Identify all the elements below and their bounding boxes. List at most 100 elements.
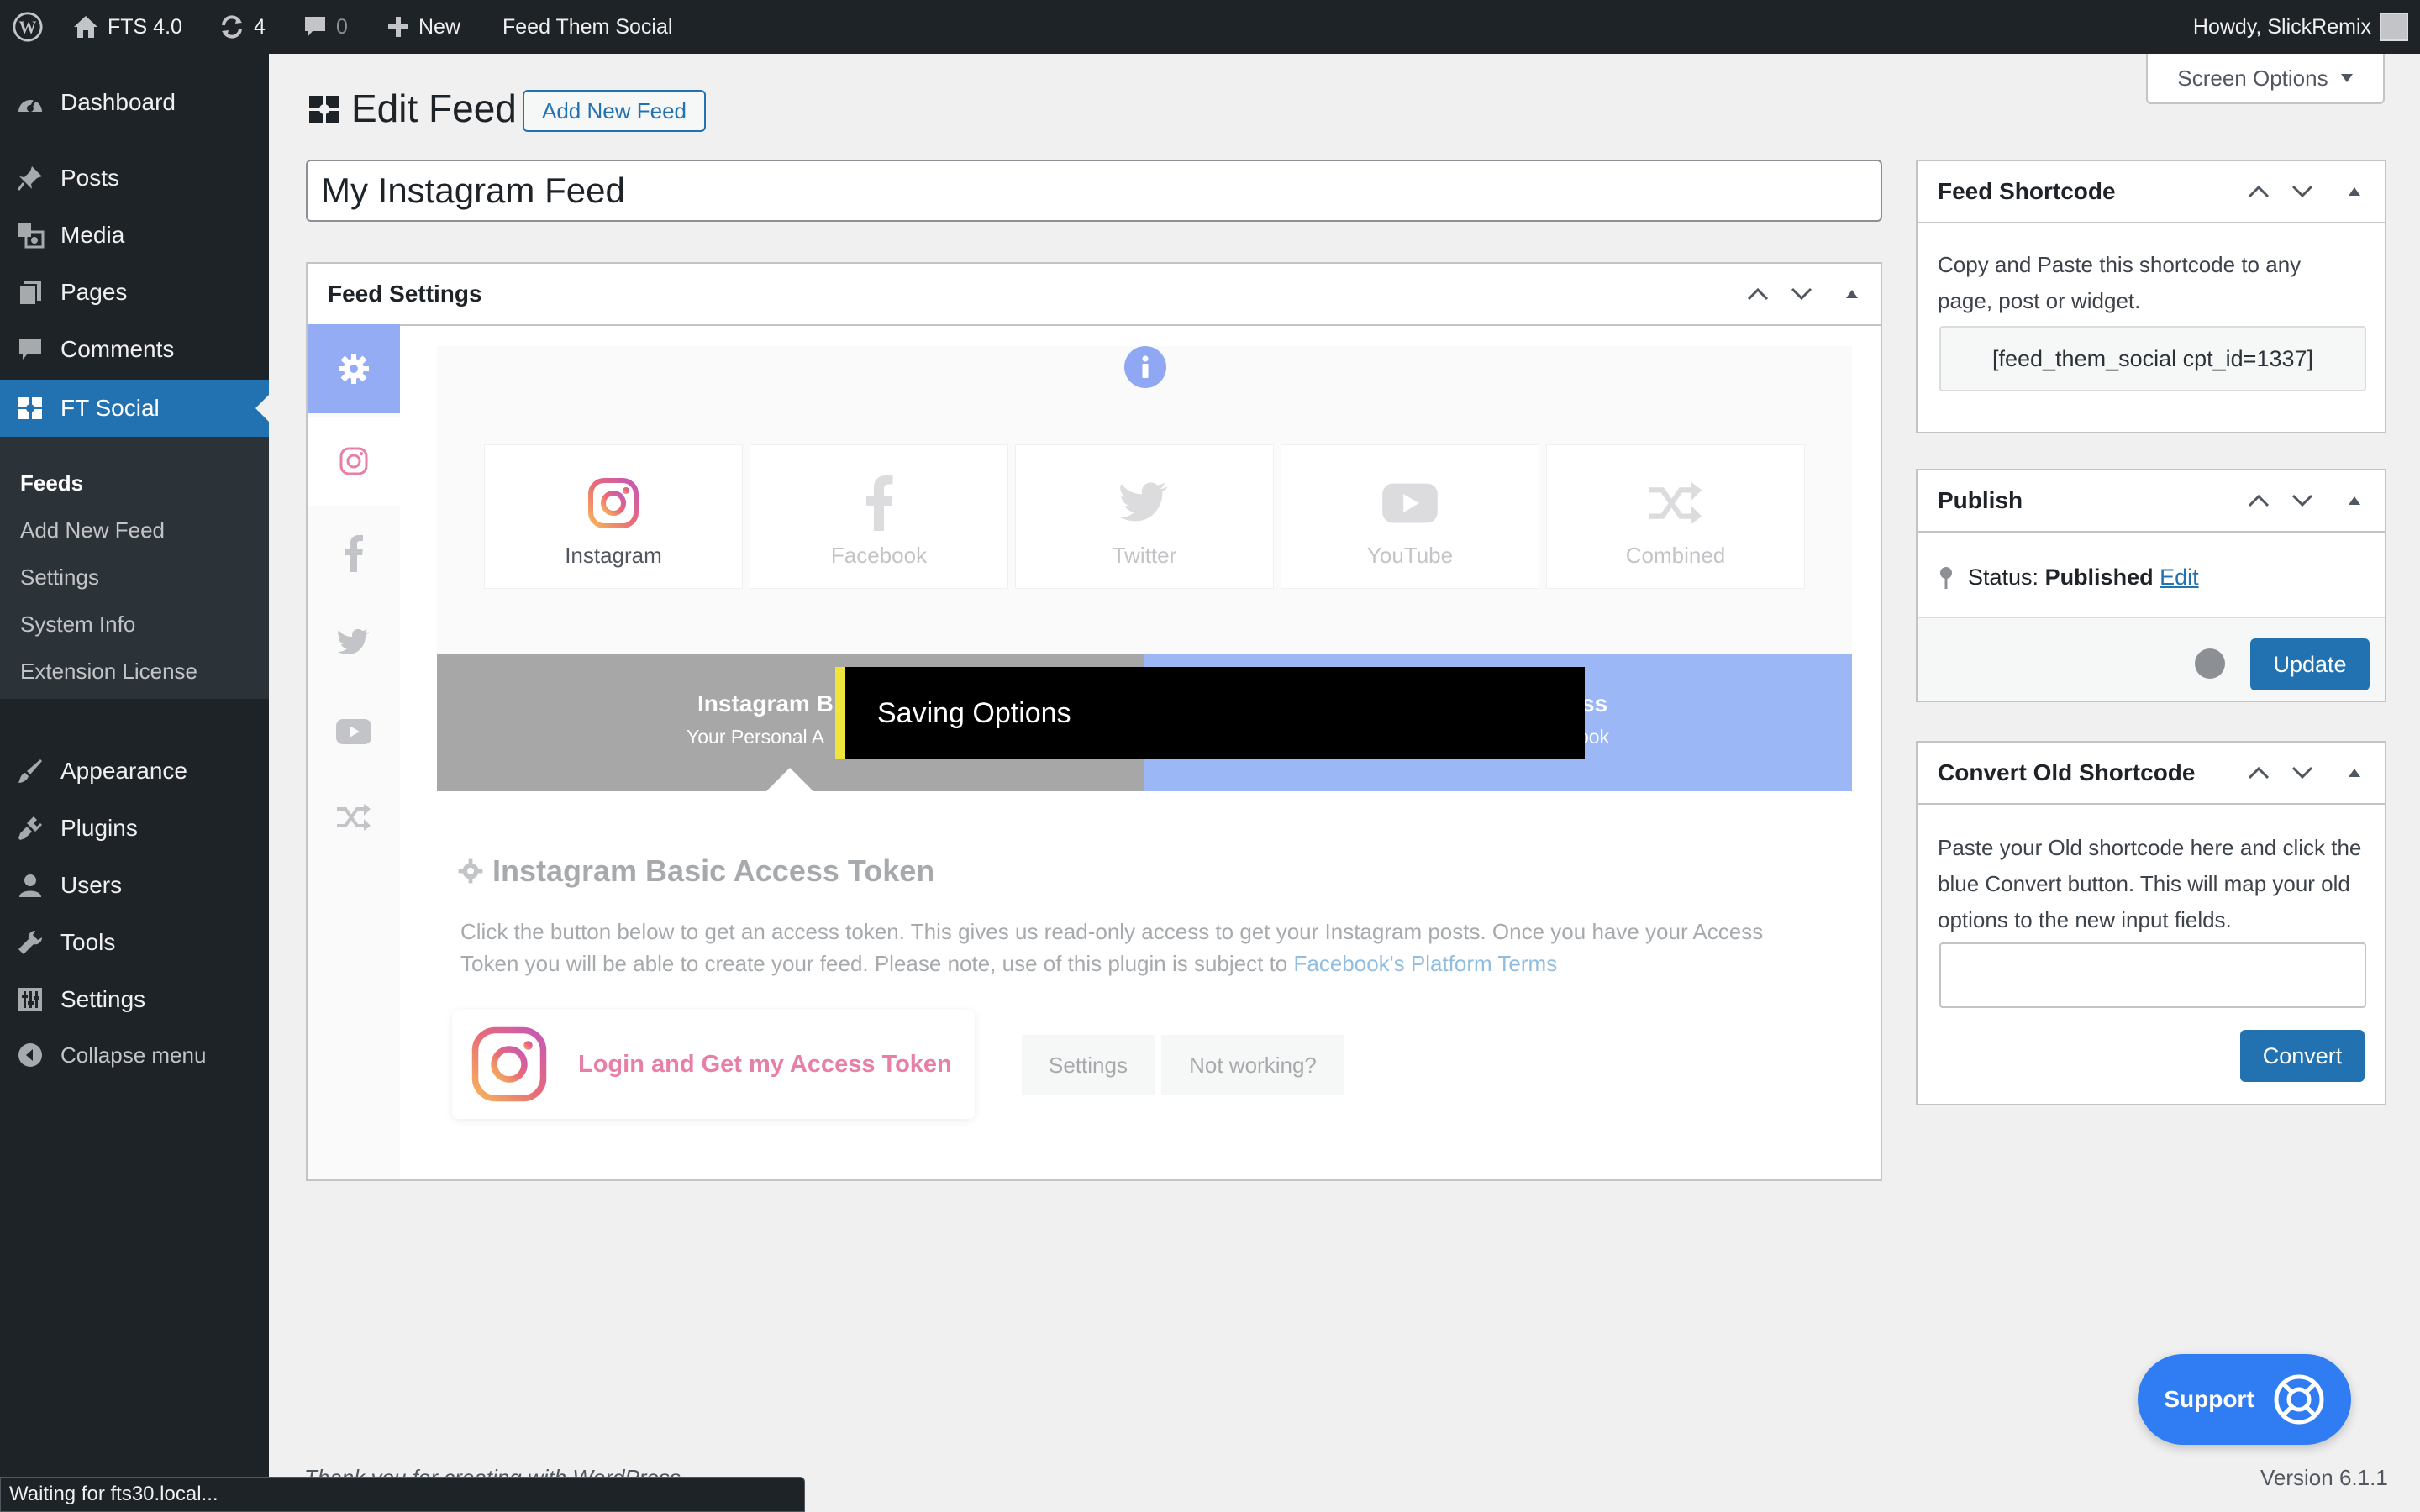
spinner-icon (2195, 648, 2225, 679)
vtab-facebook[interactable] (308, 509, 400, 598)
menu-settings[interactable]: Settings (0, 971, 269, 1028)
convert-shortcode-header: Convert Old Shortcode (1918, 743, 2385, 805)
wordpress-logo-icon[interactable]: W (12, 0, 44, 54)
publish-title: Publish (1938, 487, 2023, 513)
not-working-button[interactable]: Not working? (1161, 1035, 1344, 1095)
menu-dashboard[interactable]: Dashboard (0, 74, 269, 131)
comments-menu[interactable]: 0 (302, 0, 348, 54)
menu-media[interactable]: Media (0, 207, 269, 264)
token-settings-button[interactable]: Settings (1022, 1035, 1155, 1095)
menu-posts[interactable]: Posts (0, 150, 269, 207)
tab-instagram[interactable]: Instagram (485, 445, 742, 588)
shortcode-field[interactable]: [feed_them_social cpt_id=1337] (1939, 326, 2366, 391)
status-value: Published (2044, 564, 2154, 590)
submenu-settings[interactable]: Settings (20, 564, 99, 591)
menu-comments[interactable]: Comments (0, 321, 269, 378)
menu-pages[interactable]: Pages (0, 264, 269, 321)
comment-icon (305, 17, 325, 37)
status-bar-text: Waiting for fts30.local... (9, 1483, 218, 1505)
vtab-youtube[interactable] (308, 687, 400, 776)
toggle-panel-icon[interactable] (2338, 175, 2371, 208)
twitter-icon (338, 628, 369, 654)
menu-tools-label: Tools (60, 929, 116, 955)
update-button[interactable]: Update (2250, 638, 2370, 690)
youtube-icon (336, 719, 371, 744)
toggle-panel-icon[interactable] (1835, 277, 1869, 311)
login-access-token-button[interactable]: Login and Get my Access Token (452, 1010, 975, 1119)
move-down-icon[interactable] (1785, 277, 1818, 311)
support-button[interactable]: Support (2138, 1354, 2351, 1445)
banner-right-title: ss (1581, 690, 1608, 717)
menu-posts-label: Posts (60, 165, 120, 191)
users-icon (15, 870, 45, 900)
move-down-icon[interactable] (2286, 756, 2319, 790)
screen-options-button[interactable]: Screen Options (2146, 54, 2385, 104)
platform-terms-link[interactable]: Facebook's Platform Terms (1294, 951, 1558, 976)
tab-twitter-label: Twitter (1112, 543, 1177, 568)
banner-pointer (766, 768, 813, 791)
toggle-panel-icon[interactable] (2338, 484, 2371, 517)
publish-actions: Update (1918, 617, 2385, 701)
submenu-extension-license[interactable]: Extension License (20, 659, 197, 685)
comments-count: 0 (336, 14, 348, 39)
howdy-text: Howdy, SlickRemix (2192, 14, 2371, 39)
feed-them-social-menu[interactable]: Feed Them Social (502, 0, 672, 54)
plus-icon (388, 17, 408, 37)
menu-tools[interactable]: Tools (0, 914, 269, 971)
add-new-feed-button[interactable]: Add New Feed (523, 90, 706, 132)
access-token-description: Click the button below to get an access … (460, 916, 1771, 979)
updates-menu[interactable]: 4 (218, 0, 266, 54)
vtab-instagram[interactable] (308, 417, 400, 506)
menu-users-label: Users (60, 872, 123, 898)
convert-button[interactable]: Convert (2240, 1030, 2365, 1082)
facebook-icon (345, 535, 363, 572)
menu-settings-label: Settings (60, 986, 146, 1012)
vtab-general[interactable] (308, 324, 400, 413)
menu-ft-social[interactable]: FT Social (0, 380, 269, 437)
banner-left-title: Instagram B (697, 690, 834, 717)
caret-down-icon (2340, 74, 2353, 82)
vtab-twitter[interactable] (308, 598, 400, 687)
toggle-panel-icon[interactable] (2338, 756, 2371, 790)
feed-shortcode-header: Feed Shortcode (1918, 161, 2385, 223)
tab-facebook[interactable]: Facebook (750, 445, 1007, 588)
access-token-heading: Instagram Basic Access Token (457, 853, 934, 889)
site-name-menu[interactable]: FTS 4.0 (72, 0, 182, 54)
feed-title-value: My Instagram Feed (321, 171, 625, 210)
move-down-icon[interactable] (2286, 175, 2319, 208)
new-content-menu[interactable]: New (387, 0, 460, 54)
submenu-add-new-feed[interactable]: Add New Feed (20, 517, 165, 543)
shortcode-instructions: Copy and Paste this shortcode to any pag… (1938, 252, 2302, 313)
submenu-system-info[interactable]: System Info (20, 612, 135, 638)
move-up-icon[interactable] (2242, 756, 2275, 790)
feed-title-input[interactable]: My Instagram Feed (306, 160, 1882, 222)
vtab-combined[interactable] (308, 773, 400, 862)
move-down-icon[interactable] (2286, 484, 2319, 517)
publish-status: Status: Published Edit (1938, 564, 2199, 591)
convert-instructions: Paste your Old shortcode here and click … (1938, 835, 2362, 932)
collapse-menu-button[interactable]: Collapse menu (0, 1026, 269, 1084)
move-up-icon[interactable] (2242, 175, 2275, 208)
svg-text:W: W (19, 18, 37, 38)
tab-youtube[interactable]: YouTube (1281, 445, 1539, 588)
twitter-icon (1118, 474, 1171, 533)
old-shortcode-input[interactable] (1939, 942, 2366, 1008)
media-icon (15, 220, 45, 250)
menu-dashboard-label: Dashboard (60, 89, 176, 115)
collapse-menu-label: Collapse menu (60, 1042, 207, 1068)
collapse-arrow-icon (15, 1040, 45, 1070)
move-up-icon[interactable] (1741, 277, 1775, 311)
convert-shortcode-box: Convert Old Shortcode Paste your Old sho… (1916, 741, 2386, 1105)
info-icon[interactable] (1124, 346, 1166, 388)
edit-status-link[interactable]: Edit (2160, 564, 2199, 590)
menu-users[interactable]: Users (0, 857, 269, 914)
account-menu[interactable]: Howdy, SlickRemix (2193, 0, 2408, 54)
tab-combined[interactable]: Combined (1547, 445, 1804, 588)
submenu-feeds[interactable]: Feeds (20, 470, 83, 496)
move-up-icon[interactable] (2242, 484, 2275, 517)
facebook-icon (864, 474, 894, 533)
tab-twitter[interactable]: Twitter (1016, 445, 1273, 588)
avatar (2380, 13, 2408, 41)
menu-appearance[interactable]: Appearance (0, 743, 269, 800)
menu-plugins[interactable]: Plugins (0, 800, 269, 857)
